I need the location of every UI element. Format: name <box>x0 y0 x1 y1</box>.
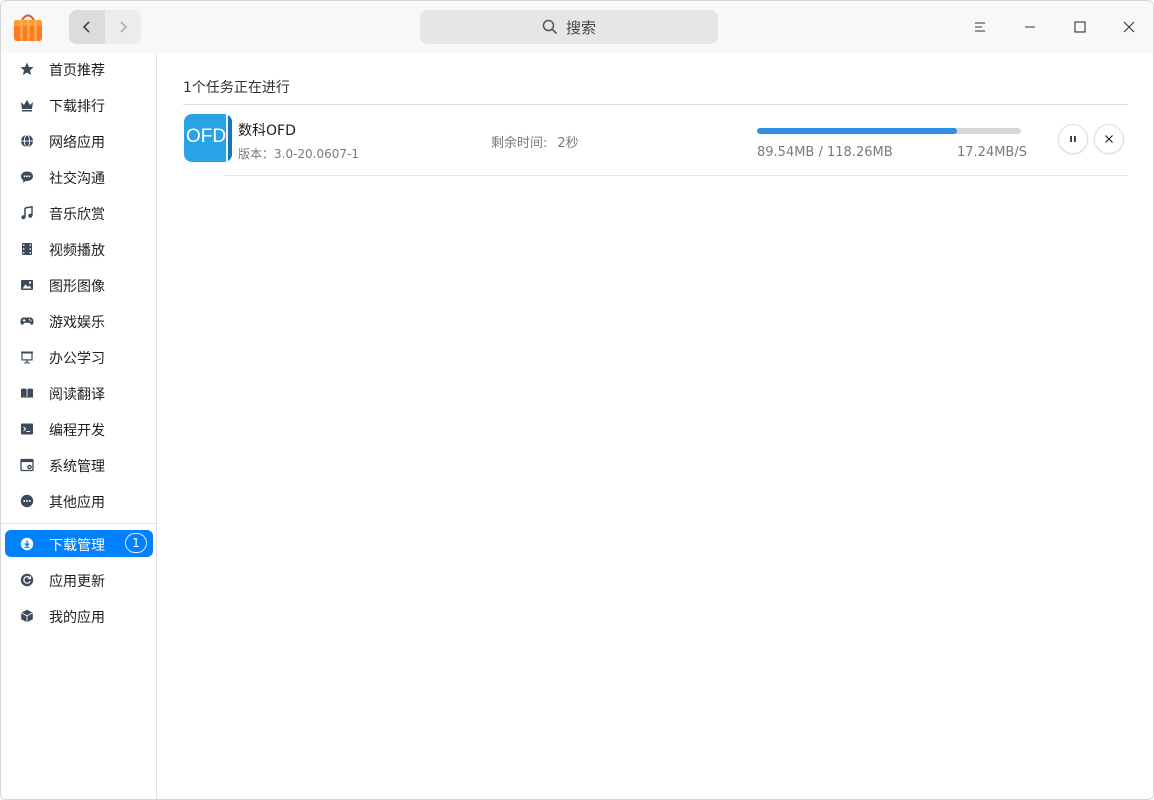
sidebar-item-label: 下载管理 <box>49 538 105 554</box>
remaining-time-label: 剩余时间: <box>491 136 548 151</box>
sidebar-item-label: 系统管理 <box>49 459 105 475</box>
sidebar-item-app-updates[interactable]: 应用更新 <box>5 566 153 593</box>
terminal-icon <box>19 421 35 437</box>
sidebar-item-social[interactable]: 社交沟通 <box>5 163 153 190</box>
pause-button[interactable] <box>1058 124 1088 154</box>
chevron-left-icon <box>82 21 90 33</box>
sidebar-item-label: 其他应用 <box>49 495 105 511</box>
close-window-button[interactable] <box>1112 10 1146 44</box>
navigation-buttons <box>69 10 141 44</box>
download-progress-bar <box>757 128 1021 134</box>
menu-button[interactable] <box>963 10 997 44</box>
sidebar-item-download-manager[interactable]: 下载管理 1 <box>5 530 153 557</box>
sidebar-item-label: 社交沟通 <box>49 171 105 187</box>
sidebar-divider <box>1 523 156 524</box>
divider <box>183 104 1128 105</box>
sidebar-item-video[interactable]: 视频播放 <box>5 235 153 262</box>
minimize-button[interactable] <box>1013 10 1047 44</box>
divider <box>224 175 1128 176</box>
sidebar-item-label: 网络应用 <box>49 135 105 151</box>
download-app-version: 版本：3.0-20.0607-1 <box>238 147 360 161</box>
minimize-icon <box>1025 26 1035 28</box>
globe-icon <box>19 133 35 149</box>
image-icon <box>19 277 35 293</box>
forward-button[interactable] <box>105 10 141 44</box>
download-progress-fill <box>757 128 957 134</box>
download-count-badge: 1 <box>125 533 147 553</box>
download-speed: 17.24MB/S <box>957 145 1027 160</box>
close-icon <box>1123 21 1135 33</box>
app-store-window: 搜索 首页推荐 下载排行 网络应用 社交沟通 音乐欣赏 视频播放 图形图像 游戏… <box>0 0 1154 800</box>
sidebar-item-label: 编程开发 <box>49 423 105 439</box>
sidebar-item-others[interactable]: 其他应用 <box>5 487 153 514</box>
search-placeholder: 搜索 <box>565 18 596 37</box>
gamepad-icon <box>19 313 35 329</box>
refresh-icon <box>19 572 35 588</box>
download-manager-panel: 1个任务正在进行 OFD 数科OFD 版本：3.0-20.0607-1 剩余时间… <box>158 53 1153 799</box>
cancel-download-button[interactable] <box>1094 124 1124 154</box>
downloaded-size: 89.54MB / 118.26MB <box>757 145 893 160</box>
sidebar-item-label: 下载排行 <box>49 99 105 115</box>
remaining-time: 剩余时间: 2秒 <box>491 132 579 151</box>
sidebar-item-label: 首页推荐 <box>49 63 105 79</box>
task-summary: 1个任务正在进行 <box>183 80 290 96</box>
more-icon <box>19 493 35 509</box>
sidebar-item-games[interactable]: 游戏娱乐 <box>5 307 153 334</box>
sidebar-item-reading[interactable]: 阅读翻译 <box>5 379 153 406</box>
sidebar: 首页推荐 下载排行 网络应用 社交沟通 音乐欣赏 视频播放 图形图像 游戏娱乐 … <box>1 53 157 799</box>
sidebar-item-label: 阅读翻译 <box>49 387 105 403</box>
sidebar-item-music[interactable]: 音乐欣赏 <box>5 199 153 226</box>
search-box[interactable]: 搜索 <box>420 10 718 44</box>
download-manager-icon <box>19 536 35 552</box>
app-store-logo-icon <box>13 12 43 42</box>
chat-icon <box>19 169 35 185</box>
film-icon <box>19 241 35 257</box>
sidebar-item-recommended[interactable]: 首页推荐 <box>5 55 153 82</box>
sidebar-item-label: 图形图像 <box>49 279 105 295</box>
sidebar-item-my-apps[interactable]: 我的应用 <box>5 602 153 629</box>
chevron-right-icon <box>120 21 128 33</box>
sidebar-item-system[interactable]: 系统管理 <box>5 451 153 478</box>
search-icon <box>542 19 558 35</box>
system-settings-icon <box>19 457 35 473</box>
sidebar-item-download-ranking[interactable]: 下载排行 <box>5 91 153 118</box>
book-icon <box>19 385 35 401</box>
crown-icon <box>19 97 35 113</box>
sidebar-item-network-apps[interactable]: 网络应用 <box>5 127 153 154</box>
presentation-icon <box>19 349 35 365</box>
sidebar-item-label: 游戏娱乐 <box>49 315 105 331</box>
ofd-app-icon: OFD <box>184 114 232 162</box>
sidebar-item-graphics[interactable]: 图形图像 <box>5 271 153 298</box>
sidebar-item-label: 我的应用 <box>49 610 105 626</box>
titlebar: 搜索 <box>1 1 1153 53</box>
sidebar-item-label: 办公学习 <box>49 351 105 367</box>
back-button[interactable] <box>69 10 105 44</box>
box-icon <box>19 608 35 624</box>
sidebar-item-office[interactable]: 办公学习 <box>5 343 153 370</box>
remaining-time-value: 2秒 <box>557 136 579 151</box>
menu-icon <box>975 22 985 32</box>
maximize-icon <box>1074 21 1086 33</box>
app-icon-text: OFD <box>185 126 227 147</box>
music-note-icon <box>19 205 35 221</box>
pause-icon <box>1070 136 1076 142</box>
download-app-name: 数科OFD <box>238 123 296 139</box>
sidebar-item-label: 应用更新 <box>49 574 105 590</box>
close-icon <box>1105 135 1113 143</box>
sidebar-item-programming[interactable]: 编程开发 <box>5 415 153 442</box>
sidebar-item-label: 视频播放 <box>49 243 105 259</box>
sidebar-item-label: 音乐欣赏 <box>49 207 105 223</box>
maximize-button[interactable] <box>1063 10 1097 44</box>
star-icon <box>19 61 35 77</box>
